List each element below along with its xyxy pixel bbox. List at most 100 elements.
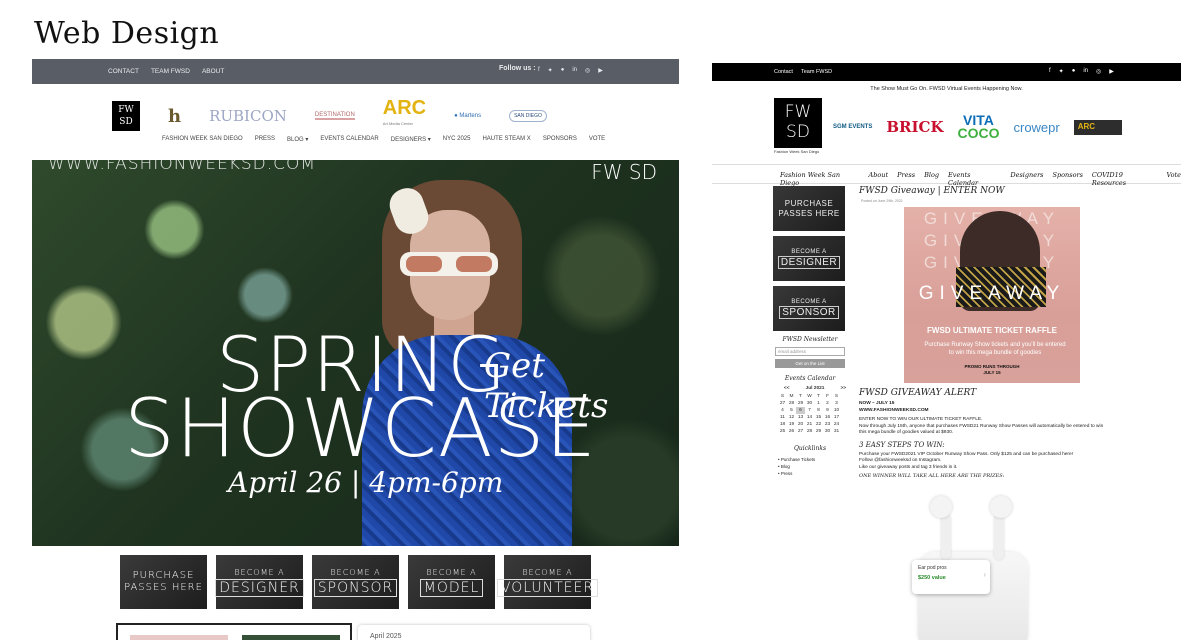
- purchase-passes-tile[interactable]: PURCHASE PASSES HERE: [120, 555, 207, 609]
- linkedin-icon[interactable]: in: [1083, 68, 1088, 75]
- calendar-day[interactable]: 1: [814, 400, 823, 407]
- calendar-day[interactable]: 27: [796, 428, 805, 435]
- calendar-day[interactable]: 16: [823, 414, 832, 421]
- promo-dates: PROMO RUNS THROUGH JULY 15: [904, 364, 1080, 376]
- calendar-day[interactable]: 27: [778, 400, 787, 407]
- hero-banner[interactable]: WWW.FASHIONWEEKSD.COM FW SD SPRING SHOWC…: [32, 160, 679, 546]
- nav-item-sponsors[interactable]: Sponsors: [1053, 171, 1083, 187]
- become-sponsor-tile[interactable]: BECOME A SPONSOR: [773, 286, 845, 331]
- prize-value: $250 value: [918, 575, 946, 581]
- calendar-day[interactable]: 3: [832, 400, 841, 407]
- fwsd-logo[interactable]: FW SD: [112, 101, 140, 131]
- instagram-icon[interactable]: ◎: [585, 67, 590, 74]
- instagram-icon[interactable]: ◎: [1096, 68, 1101, 75]
- calendar-day[interactable]: 20: [796, 421, 805, 428]
- facebook-icon[interactable]: f: [538, 67, 540, 74]
- twitter-icon[interactable]: ✦: [548, 67, 553, 74]
- calendar-day[interactable]: 24: [832, 421, 841, 428]
- nav-item-designers[interactable]: Designers: [1010, 171, 1043, 187]
- calendar-day[interactable]: 12: [787, 414, 796, 421]
- calendar-day[interactable]: 11: [778, 414, 787, 421]
- nav-item-vote[interactable]: VOTE: [589, 136, 605, 143]
- nav-item-about[interactable]: About: [869, 171, 889, 187]
- nav-contact-link[interactable]: Contact: [774, 69, 793, 75]
- nav-item-vote[interactable]: Vote: [1167, 171, 1181, 187]
- nav-team-link[interactable]: TEAM FWSD: [151, 68, 190, 75]
- nav-item-blog[interactable]: BLOG ▾: [287, 136, 308, 143]
- become-model-tile[interactable]: BECOME A MODEL: [408, 555, 495, 609]
- become-volunteer-tile[interactable]: BECOME A VOLUNTEER: [496, 555, 599, 609]
- calendar-day[interactable]: 9: [823, 407, 832, 414]
- become-designer-tile[interactable]: BECOME A DESIGNER: [215, 555, 304, 609]
- get-tickets-link[interactable]: Get Tickets: [484, 346, 679, 426]
- nav-item-events-calendar[interactable]: EVENTS CALENDAR: [320, 136, 378, 143]
- get-on-list-button[interactable]: Get on the List: [775, 359, 845, 368]
- calendar-day[interactable]: 2: [823, 400, 832, 407]
- calendar-day[interactable]: 29: [814, 428, 823, 435]
- calendar-day[interactable]: 28: [805, 428, 814, 435]
- quicklink-blog[interactable]: • Blog: [778, 463, 852, 470]
- prize-tooltip[interactable]: Ear pod pros $250 value ›: [912, 560, 990, 594]
- purchase-passes-tile[interactable]: PURCHASE PASSES HERE: [773, 186, 845, 231]
- nav-team-link[interactable]: Team FWSD: [801, 69, 832, 75]
- quicklink-purchase-tickets[interactable]: • Purchase Tickets: [778, 456, 852, 463]
- nav-item-fashion-week[interactable]: Fashion Week San Diego: [780, 171, 860, 187]
- calendar-day[interactable]: 22: [814, 421, 823, 428]
- calendar-day[interactable]: 17: [832, 414, 841, 421]
- become-designer-tile[interactable]: BECOME A DESIGNER: [773, 236, 845, 281]
- quicklink-press[interactable]: • Press: [778, 470, 852, 477]
- weekday-label: S: [780, 394, 785, 399]
- newsletter-heading: FWSD Newsletter: [782, 336, 838, 343]
- calendar-day[interactable]: 26: [787, 428, 796, 435]
- calendar-day[interactable]: 30: [805, 400, 814, 407]
- nav-item-blog[interactable]: Blog: [924, 171, 939, 187]
- calendar-day[interactable]: 8: [814, 407, 823, 414]
- calendar-day[interactable]: 7: [805, 407, 814, 414]
- facebook-icon[interactable]: f: [1049, 68, 1051, 75]
- fwsd-logo[interactable]: FW SD: [774, 98, 822, 148]
- nav-item-designers[interactable]: DESIGNERS ▾: [391, 136, 431, 143]
- calendar-day[interactable]: 31: [832, 428, 841, 435]
- calendar-day[interactable]: 21: [805, 421, 814, 428]
- giveaway-banner: GIVEAWAY GIVEAWAY GIVEAWAY GIVEAWAY FWSD…: [904, 207, 1080, 383]
- website-link[interactable]: WWW.FASHIONWEEKSD.COM: [859, 408, 1109, 415]
- calendar-day[interactable]: 5: [787, 407, 796, 414]
- calendar-day[interactable]: 4: [778, 407, 787, 414]
- nav-item-press[interactable]: PRESS: [255, 136, 275, 143]
- nav-about-link[interactable]: ABOUT: [202, 68, 224, 75]
- youtube-icon[interactable]: ▶: [1109, 68, 1114, 75]
- calendar-day[interactable]: 23: [823, 421, 832, 428]
- nav-item-fashion-week[interactable]: FASHION WEEK SAN DIEGO: [162, 136, 243, 143]
- featured-card[interactable]: [116, 623, 352, 640]
- calendar-day[interactable]: 13: [796, 414, 805, 421]
- post-title[interactable]: FWSD Giveaway | ENTER NOW: [859, 186, 1109, 196]
- calendar-day-today[interactable]: 6: [796, 407, 805, 414]
- youtube-icon[interactable]: ▶: [598, 67, 603, 74]
- become-sponsor-tile[interactable]: BECOME A SPONSOR: [312, 555, 399, 609]
- calendar-next-button[interactable]: >>: [840, 386, 846, 391]
- calendar-day[interactable]: 10: [832, 407, 841, 414]
- pinterest-icon[interactable]: ●: [1072, 68, 1076, 75]
- twitter-icon[interactable]: ✦: [1059, 68, 1064, 75]
- calendar-day[interactable]: 15: [814, 414, 823, 421]
- calendar-card[interactable]: April 2025: [358, 625, 590, 640]
- calendar-day[interactable]: 18: [778, 421, 787, 428]
- calendar-day[interactable]: 28: [787, 400, 796, 407]
- nav-item-nyc-2025[interactable]: NYC 2025: [443, 136, 471, 143]
- nav-item-sponsors[interactable]: SPONSORS: [543, 136, 577, 143]
- chevron-right-icon[interactable]: ›: [983, 570, 986, 579]
- nav-item-events-calendar[interactable]: Events Calendar: [948, 171, 1001, 187]
- nav-item-haute-steam[interactable]: HAUTE STEAM X: [482, 136, 530, 143]
- calendar-prev-button[interactable]: <<: [784, 386, 790, 391]
- email-field[interactable]: email address: [775, 347, 845, 356]
- calendar-day[interactable]: 30: [823, 428, 832, 435]
- nav-item-covid-resources[interactable]: COVID19 Resources: [1092, 171, 1158, 187]
- calendar-day[interactable]: 29: [796, 400, 805, 407]
- nav-contact-link[interactable]: CONTACT: [108, 68, 139, 75]
- calendar-day[interactable]: 14: [805, 414, 814, 421]
- linkedin-icon[interactable]: in: [572, 67, 577, 74]
- calendar-day[interactable]: 25: [778, 428, 787, 435]
- nav-item-press[interactable]: Press: [897, 171, 915, 187]
- calendar-day[interactable]: 19: [787, 421, 796, 428]
- pinterest-icon[interactable]: ●: [561, 67, 565, 74]
